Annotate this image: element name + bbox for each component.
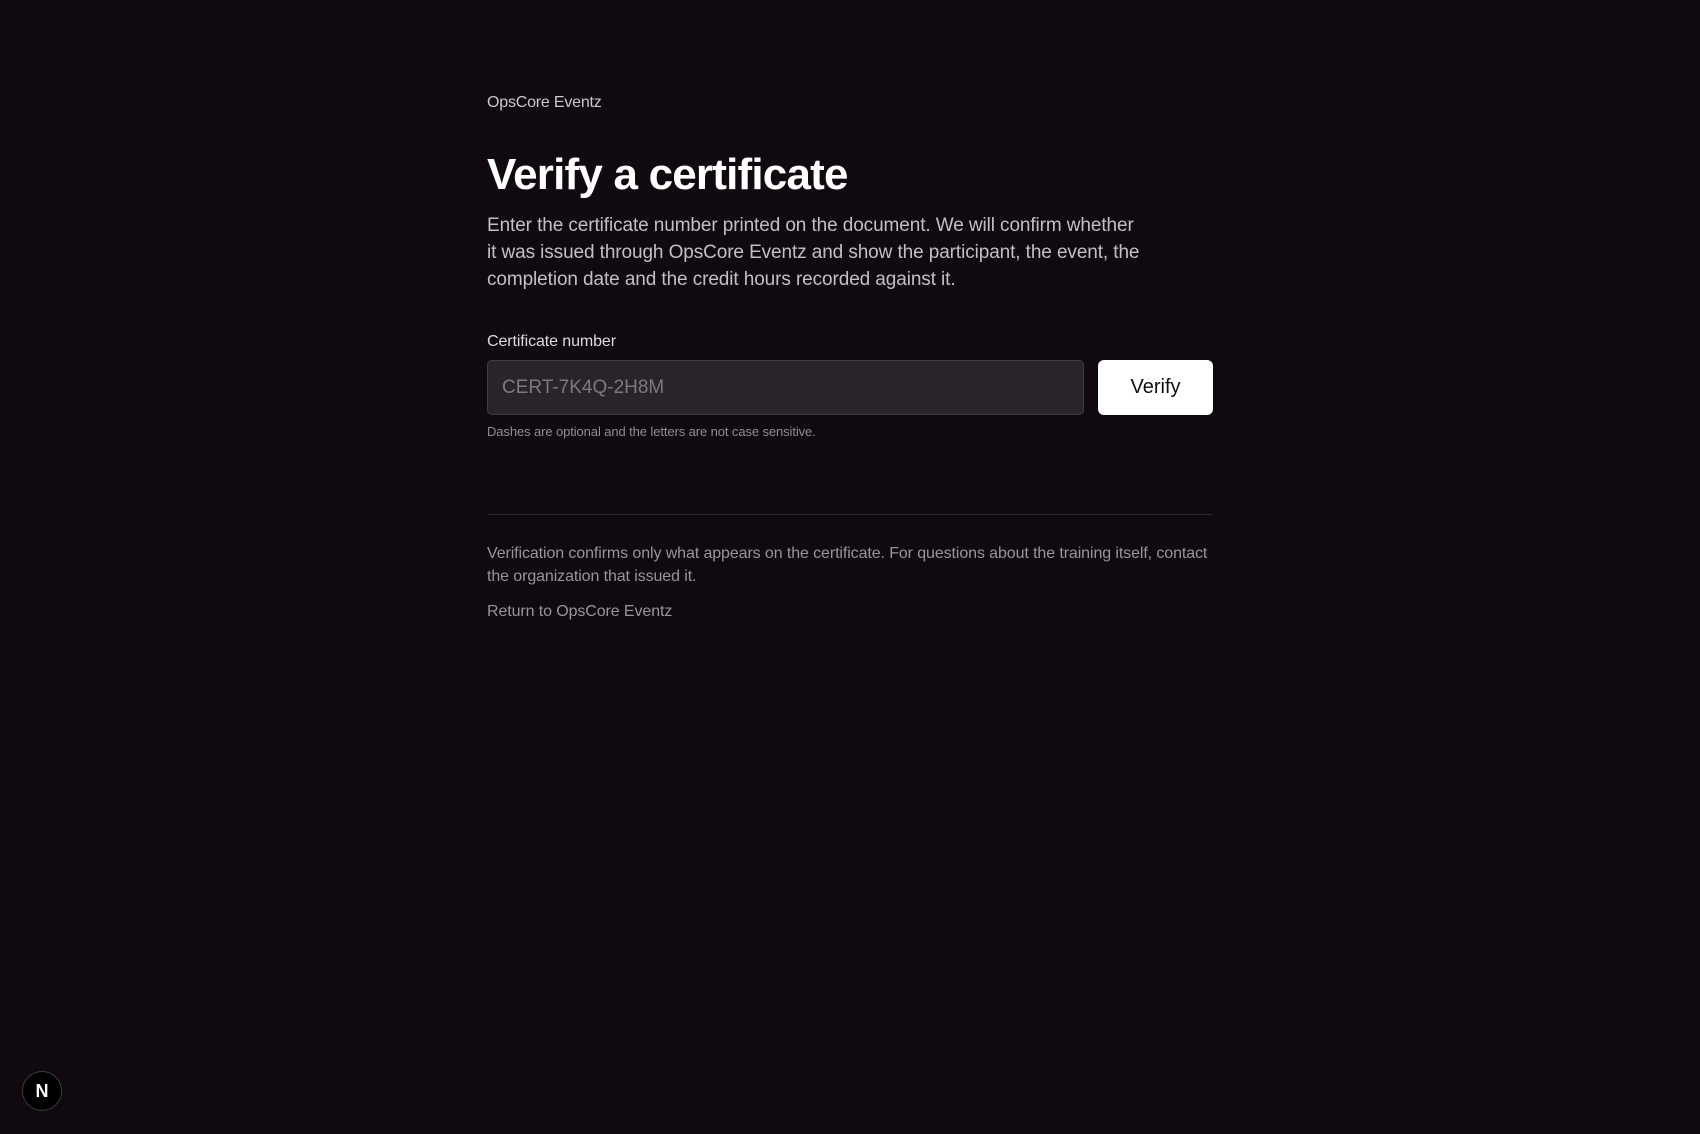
certificate-number-label: Certificate number <box>487 333 616 350</box>
certificate-number-input[interactable] <box>487 360 1084 415</box>
brand-name: OpsCore Eventz <box>487 94 602 111</box>
verify-form: Verify <box>487 360 1213 416</box>
nextjs-logo-icon[interactable]: N <box>22 1071 62 1111</box>
return-link[interactable]: Return to OpsCore Eventz <box>487 603 672 621</box>
footer-note: Verification confirms only what appears … <box>487 545 1208 585</box>
input-hint: Dashes are optional and the letters are … <box>487 424 816 439</box>
divider <box>487 514 1213 515</box>
intro-text: Enter the certificate number printed on … <box>487 215 1140 290</box>
page-title: Verify a certificate <box>487 150 848 199</box>
verify-page: OpsCore Eventz Verify a certificate Ente… <box>0 0 1700 1134</box>
verify-button[interactable]: Verify <box>1098 360 1213 415</box>
nextjs-logo-glyph: N <box>35 1080 49 1101</box>
